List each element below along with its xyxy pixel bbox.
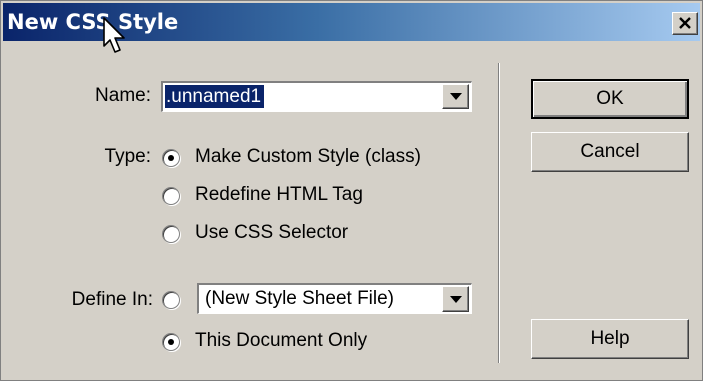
option-this-document-only[interactable]: This Document Only xyxy=(195,330,367,352)
define-in-value: (New Style Sheet File) xyxy=(205,288,395,309)
vertical-divider xyxy=(498,63,500,363)
option-use-css-selector[interactable]: Use CSS Selector xyxy=(195,222,348,244)
window-title: New CSS Style xyxy=(7,10,179,34)
define-in-select[interactable]: (New Style Sheet File) xyxy=(197,283,472,314)
radio-make-custom-style[interactable] xyxy=(162,149,180,167)
name-value[interactable]: .unnamed1 xyxy=(165,85,265,108)
close-x-icon xyxy=(679,17,691,29)
close-button[interactable] xyxy=(672,12,698,35)
name-label: Name: xyxy=(95,85,151,106)
type-label: Type: xyxy=(104,146,151,167)
radio-this-document-only[interactable] xyxy=(162,333,180,351)
chevron-down-icon xyxy=(449,295,462,303)
name-input[interactable]: .unnamed1 xyxy=(161,81,472,112)
option-redefine-html-tag[interactable]: Redefine HTML Tag xyxy=(195,184,363,206)
define-in-dropdown-button[interactable] xyxy=(442,286,469,312)
chevron-down-icon xyxy=(449,93,462,100)
radio-redefine-html-tag[interactable] xyxy=(162,187,180,205)
new-css-style-dialog: New CSS Style Name: .unnamed1 Type: Make… xyxy=(0,0,703,381)
option-make-custom-style[interactable]: Make Custom Style (class) xyxy=(195,146,421,168)
mouse-pointer-icon xyxy=(103,17,125,53)
radio-selected-dot xyxy=(168,339,174,345)
name-dropdown-button[interactable] xyxy=(442,84,469,109)
cancel-button[interactable]: Cancel xyxy=(531,132,689,172)
define-in-label: Define In: xyxy=(71,289,153,310)
radio-use-css-selector[interactable] xyxy=(162,225,180,243)
help-button[interactable]: Help xyxy=(531,319,689,359)
ok-button[interactable]: OK xyxy=(531,79,689,119)
radio-selected-dot xyxy=(168,155,174,161)
radio-new-style-sheet[interactable] xyxy=(162,291,180,309)
